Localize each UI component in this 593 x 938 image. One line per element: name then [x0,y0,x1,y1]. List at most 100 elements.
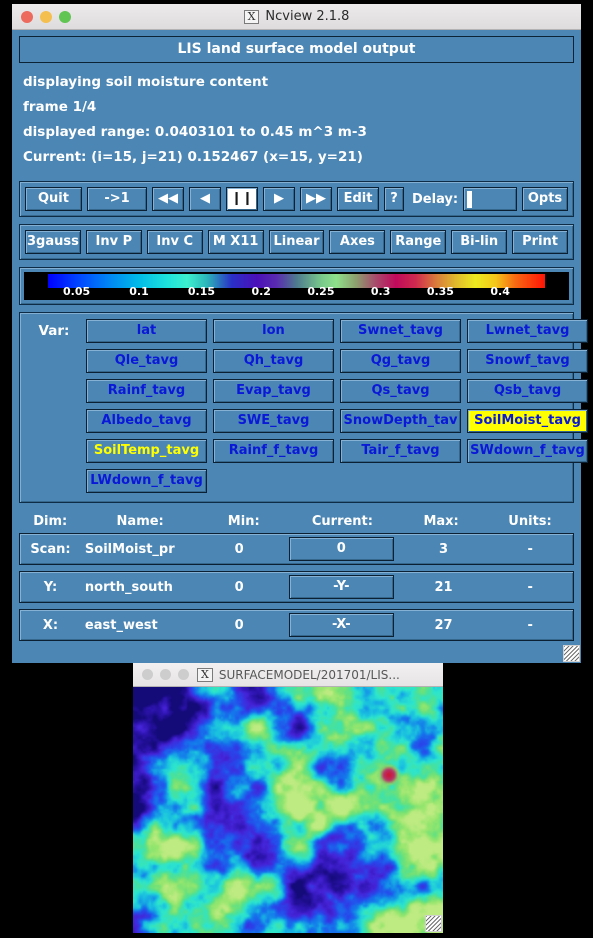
dimension-max: 21 [434,579,453,595]
ncview-main-window: X Ncview 2.1.8 LIS land surface model ou… [12,4,588,663]
scaling-button[interactable]: Linear [268,230,325,254]
colorbar-tick: 0.3 [370,285,391,298]
maximize-button[interactable] [59,10,71,23]
plot-x11-icon: X [197,667,213,682]
colormap-button[interactable]: 3gauss [25,230,81,254]
variable-button-evap_tavg[interactable]: Evap_tavg [213,379,334,403]
pause-icon[interactable]: ❙❙ [226,187,258,211]
axes-button[interactable]: Axes [329,230,386,254]
header-current: Current: [311,514,373,529]
variable-button-swe_tavg[interactable]: SWE_tavg [213,409,334,433]
x11-icon: X [243,9,260,24]
variable-button-qg_tavg[interactable]: Qg_tavg [340,349,461,373]
main-titlebar[interactable]: X Ncview 2.1.8 [12,4,581,30]
help-button[interactable]: ? [384,187,404,211]
resize-grip[interactable] [563,645,580,662]
dimension-min: 0 [234,617,244,633]
variable-button-lon[interactable]: lon [213,319,334,343]
dimension-max: 3 [439,541,449,557]
variable-button-swnet_tavg[interactable]: Swnet_tavg [340,319,461,343]
variable-button-rainf_tavg[interactable]: Rainf_tavg [86,379,207,403]
variable-button-soiltemp_tavg[interactable]: SoilTemp_tavg [86,439,207,463]
info-range: displayed range: 0.0403101 to 0.45 m^3 m… [23,124,367,140]
options-toolbar: 3gauss Inv P Inv C M X11 Linear Axes Ran… [19,224,574,260]
interpolation-button[interactable]: Bi-lin [451,230,508,254]
options-button[interactable]: Opts [522,187,568,211]
plot-maximize-button[interactable] [178,669,189,680]
colorbar-tick-labels: 0.05 0.1 0.15 0.2 0.25 0.3 0.35 0.4 [25,285,568,299]
print-button[interactable]: Print [512,230,569,254]
colorbar-tick: 0.25 [307,285,335,298]
quit-button[interactable]: Quit [25,187,82,211]
variable-row: LWdown_f_tavg [28,469,565,493]
variable-button-qle_tavg[interactable]: Qle_tavg [86,349,207,373]
edit-button[interactable]: Edit [337,187,379,211]
variable-button-qsb_tavg[interactable]: Qsb_tavg [467,379,588,403]
variable-row: SoilTemp_tavg Rainf_f_tavg Tair_f_tavg SWdo… [28,439,588,463]
colorbar[interactable]: 0.05 0.1 0.15 0.2 0.25 0.3 0.35 0.4 [24,272,569,300]
colorbar-panel: 0.05 0.1 0.15 0.2 0.25 0.3 0.35 0.4 [19,267,574,305]
dimension-min: 0 [234,579,244,595]
variable-button-lwnet_tavg[interactable]: Lwnet_tavg [467,319,588,343]
variable-row: Albedo_tavg SWE_tavg SnowDepth_tav SoilMois… [28,409,588,433]
dimension-units: - [527,617,533,633]
variable-button-lat[interactable]: lat [86,319,207,343]
dimension-min: 0 [234,541,244,557]
dimension-units: - [527,541,533,557]
dimension-current-input[interactable]: -X- [288,613,394,637]
minimize-button[interactable] [40,10,52,23]
colorbar-tick: 0.4 [490,285,510,298]
variable-button-qs_tavg[interactable]: Qs_tavg [340,379,461,403]
colorbar-tick: 0.2 [251,285,271,298]
variable-button-swdown_f_tavg[interactable]: SWdown_f_tavg [467,439,588,463]
range-button[interactable]: Range [390,230,447,254]
magnification-button[interactable]: M X11 [207,230,264,254]
plot-close-button[interactable] [142,669,153,680]
dataset-banner: LIS land surface model output [19,36,574,63]
soil-moisture-heatmap[interactable] [133,687,443,933]
variable-button-rainf_f_tavg[interactable]: Rainf_f_tavg [213,439,334,463]
delay-input[interactable] [463,187,517,211]
dimension-type: Scan: [30,541,71,557]
plot-resize-grip[interactable] [425,915,442,932]
dimension-current-input[interactable]: 0 [288,537,394,561]
plot-window: X SURFACEMODEL/201701/LIS... [133,663,443,933]
invert-physical-button[interactable]: Inv P [85,230,142,254]
dimension-name: east_west [84,617,158,633]
variable-button-albedo_tavg[interactable]: Albedo_tavg [86,409,207,433]
reset-to-frame-one-button[interactable]: ->1 [87,187,147,211]
variable-button-snowf_tavg[interactable]: Snowf_tavg [467,349,588,373]
variable-button-qh_tavg[interactable]: Qh_tavg [213,349,334,373]
variable-button-lwdown_f_tavg[interactable]: LWdown_f_tavg [86,469,207,493]
header-name: Name: [116,514,164,529]
plot-titlebar[interactable]: X SURFACEMODEL/201701/LIS... [133,663,443,687]
variable-button-snowdepth_tav[interactable]: SnowDepth_tav [340,409,461,433]
dimension-units: - [527,579,533,595]
dimension-table-header: Dim: Name: Min: Current: Max: Units: [19,512,574,533]
dimension-max: 27 [434,617,453,633]
window-controls [21,10,71,23]
invert-colormap-button[interactable]: Inv C [146,230,203,254]
variable-button-soilmoist_tavg[interactable]: SoilMoist_tavg [467,409,588,433]
text-caret [467,190,473,208]
ncview-body: LIS land surface model output displaying… [12,30,588,641]
plot-window-controls [142,669,189,680]
variable-button-tair_f_tavg[interactable]: Tair_f_tavg [340,439,461,463]
plot-window-title: SURFACEMODEL/201701/LIS... [218,667,400,682]
variable-section-label: Var: [38,323,70,339]
dimension-name: north_south [84,579,173,595]
rewind-fast-icon[interactable]: ◀◀ [152,187,184,211]
plot-minimize-button[interactable] [160,669,171,680]
dimension-type: X: [42,617,59,633]
step-back-icon[interactable]: ◀ [189,187,221,211]
variable-row: Qle_tavg Qh_tavg Qg_tavg Snowf_tavg [28,349,588,373]
dimension-current-input[interactable]: -Y- [288,575,394,599]
close-button[interactable] [21,10,33,23]
main-window-title: Ncview 2.1.8 [265,9,350,24]
colorbar-tick: 0.15 [187,285,216,298]
variable-row: Var: lat lon Swnet_tavg Lwnet_tavg [28,319,588,343]
playback-toolbar: Quit ->1 ◀◀ ◀ ❙❙ ▶ ▶▶ Edit ? Delay: Opts [19,181,574,217]
play-icon[interactable]: ▶ [263,187,295,211]
colorbar-tick: 0.05 [63,285,91,298]
forward-fast-icon[interactable]: ▶▶ [300,187,332,211]
